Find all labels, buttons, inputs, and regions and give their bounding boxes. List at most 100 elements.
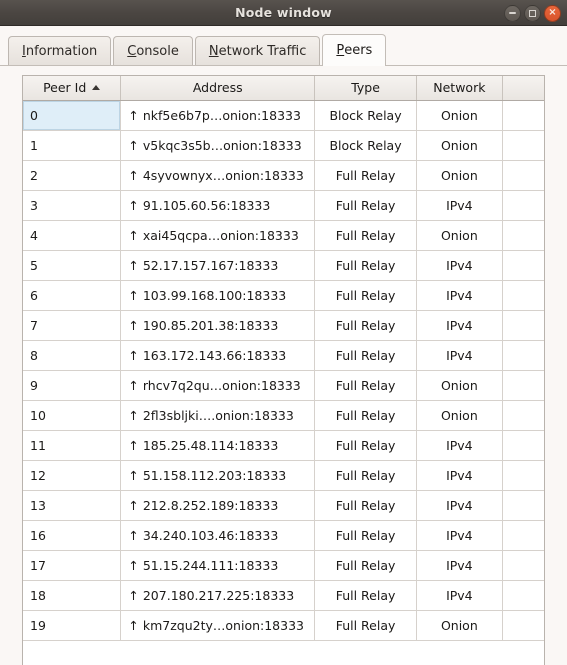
cell-address: ↑ 34.240.103.46:18333 — [120, 520, 316, 551]
table-row[interactable]: 1 ↑ v5kqc3s5b…onion:18333 Block Relay Onion — [23, 130, 544, 161]
table-row[interactable]: 18 ↑ 207.180.217.225:18333 Full Relay IPv4 — [23, 580, 544, 611]
close-icon: × — [548, 7, 557, 18]
cell-address-text: 207.180.217.225:18333 — [142, 587, 295, 603]
tab-information[interactable]: Information — [8, 36, 112, 65]
tab-network-traffic-label: etwork Traffic — [218, 43, 307, 59]
cell-address: ↑ xai45qcpa…onion:18333 — [120, 220, 316, 251]
column-header-address[interactable]: Address — [120, 76, 316, 101]
outbound-arrow-icon: ↑ — [128, 617, 139, 633]
cell-spacer — [502, 250, 544, 281]
cell-network: Onion — [416, 370, 503, 401]
table-row[interactable]: 19 ↑ km7zqu2ty…onion:18333 Full Relay Onion — [23, 610, 544, 641]
tab-console[interactable]: Console — [113, 36, 193, 65]
tab-peers[interactable]: Peers — [322, 34, 387, 66]
table-row[interactable]: 16 ↑ 34.240.103.46:18333 Full Relay IPv4 — [23, 520, 544, 551]
cell-network: Onion — [416, 100, 503, 131]
table-row[interactable]: 3 ↑ 91.105.60.56:18333 Full Relay IPv4 — [23, 190, 544, 221]
table-row[interactable]: 10 ↑ 2fl3sbljki….onion:18333 Full Relay Onio… — [23, 400, 544, 431]
cell-address-text: 103.99.168.100:18333 — [142, 287, 287, 303]
tab-network-traffic-mnemonic: N — [208, 43, 219, 59]
cell-address-text: nkf5e6b7p…onion:18333 — [142, 107, 301, 123]
table-row[interactable]: 5 ↑ 52.17.157.167:18333 Full Relay IPv4 — [23, 250, 544, 281]
cell-address-text: 2fl3sbljki….onion:18333 — [142, 407, 294, 423]
table-row[interactable]: 13 ↑ 212.8.252.189:18333 Full Relay IPv4 — [23, 490, 544, 521]
cell-type: Full Relay — [314, 550, 418, 581]
peers-table-header: Peer Id Address Type Network — [23, 76, 544, 101]
cell-address: ↑ 51.15.244.111:18333 — [120, 550, 316, 581]
column-header-address-label: Address — [192, 80, 243, 96]
table-row[interactable]: 12 ↑ 51.158.112.203:18333 Full Relay IPv4 — [23, 460, 544, 491]
cell-type: Full Relay — [314, 310, 418, 341]
table-row[interactable]: 0 ↑ nkf5e6b7p…onion:18333 Block Relay Onion — [23, 100, 544, 131]
table-row[interactable]: 6 ↑ 103.99.168.100:18333 Full Relay IPv4 — [23, 280, 544, 311]
sort-ascending-icon — [92, 85, 101, 91]
cell-network: IPv4 — [416, 490, 503, 521]
cell-spacer — [502, 130, 544, 161]
cell-address: ↑ 91.105.60.56:18333 — [120, 190, 316, 221]
cell-address: ↑ 190.85.201.38:18333 — [120, 310, 316, 341]
close-button[interactable]: × — [544, 4, 561, 22]
tab-peers-mnemonic: P — [336, 43, 345, 58]
cell-spacer — [502, 370, 544, 401]
cell-address: ↑ 163.172.143.66:18333 — [120, 340, 316, 371]
table-row[interactable]: 4 ↑ xai45qcpa…onion:18333 Full Relay Onion — [23, 220, 544, 251]
cell-address-text: 190.85.201.38:18333 — [142, 317, 279, 333]
cell-network: Onion — [416, 220, 503, 251]
minimize-icon — [509, 12, 516, 14]
outbound-arrow-icon: ↑ — [128, 377, 139, 393]
cell-address-text: 4syvownyx…onion:18333 — [142, 167, 304, 183]
cell-type: Full Relay — [314, 250, 418, 281]
cell-peer-id: 7 — [23, 310, 122, 341]
outbound-arrow-icon: ↑ — [128, 527, 139, 543]
cell-peer-id: 10 — [23, 400, 122, 431]
cell-type: Full Relay — [314, 490, 418, 521]
outbound-arrow-icon: ↑ — [128, 107, 139, 123]
cell-type: Full Relay — [314, 370, 418, 401]
cell-peer-id: 18 — [23, 580, 122, 611]
cell-type: Block Relay — [314, 130, 418, 161]
cell-type: Block Relay — [314, 100, 418, 131]
cell-type: Full Relay — [314, 610, 418, 641]
table-row[interactable]: 17 ↑ 51.15.244.111:18333 Full Relay IPv4 — [23, 550, 544, 581]
cell-network: IPv4 — [416, 520, 503, 551]
tab-network-traffic[interactable]: Network Traffic — [194, 36, 321, 65]
outbound-arrow-icon: ↑ — [128, 557, 139, 573]
cell-spacer — [502, 460, 544, 491]
minimize-button[interactable] — [504, 4, 521, 22]
column-header-type[interactable]: Type — [314, 76, 418, 101]
cell-peer-id: 16 — [23, 520, 122, 551]
column-header-network[interactable]: Network — [416, 76, 503, 101]
cell-peer-id: 1 — [23, 130, 122, 161]
cell-peer-id: 17 — [23, 550, 122, 581]
cell-peer-id: 19 — [23, 610, 122, 641]
cell-spacer — [502, 100, 544, 131]
cell-type: Full Relay — [314, 280, 418, 311]
cell-address: ↑ 207.180.217.225:18333 — [120, 580, 316, 611]
cell-peer-id: 8 — [23, 340, 122, 371]
cell-address: ↑ 185.25.48.114:18333 — [120, 430, 316, 461]
cell-spacer — [502, 490, 544, 521]
cell-peer-id: 6 — [23, 280, 122, 311]
cell-spacer — [502, 520, 544, 551]
column-header-peer-id[interactable]: Peer Id — [23, 76, 122, 101]
cell-address: ↑ 2fl3sbljki….onion:18333 — [120, 400, 316, 431]
table-row[interactable]: 11 ↑ 185.25.48.114:18333 Full Relay IPv4 — [23, 430, 544, 461]
table-row[interactable]: 8 ↑ 163.172.143.66:18333 Full Relay IPv4 — [23, 340, 544, 371]
tab-console-label: onsole — [136, 43, 179, 59]
cell-peer-id: 9 — [23, 370, 122, 401]
maximize-button[interactable] — [524, 4, 541, 22]
cell-type: Full Relay — [314, 460, 418, 491]
cell-spacer — [502, 220, 544, 251]
tab-console-mnemonic: C — [127, 43, 137, 59]
cell-address-text: 185.25.48.114:18333 — [142, 437, 279, 453]
header-row: Peer Id Address Type Network — [23, 76, 544, 101]
table-row[interactable]: 9 ↑ rhcv7q2qu…onion:18333 Full Relay Onion — [23, 370, 544, 401]
cell-address-text: 91.105.60.56:18333 — [142, 197, 271, 213]
table-row[interactable]: 2 ↑ 4syvownyx…onion:18333 Full Relay Onion — [23, 160, 544, 191]
cell-peer-id: 11 — [23, 430, 122, 461]
table-row[interactable]: 7 ↑ 190.85.201.38:18333 Full Relay IPv4 — [23, 310, 544, 341]
column-header-spacer — [502, 76, 544, 101]
window-titlebar: Node window × — [0, 0, 567, 26]
cell-spacer — [502, 340, 544, 371]
tab-bar: Information Console Network Traffic Peer… — [0, 26, 567, 66]
